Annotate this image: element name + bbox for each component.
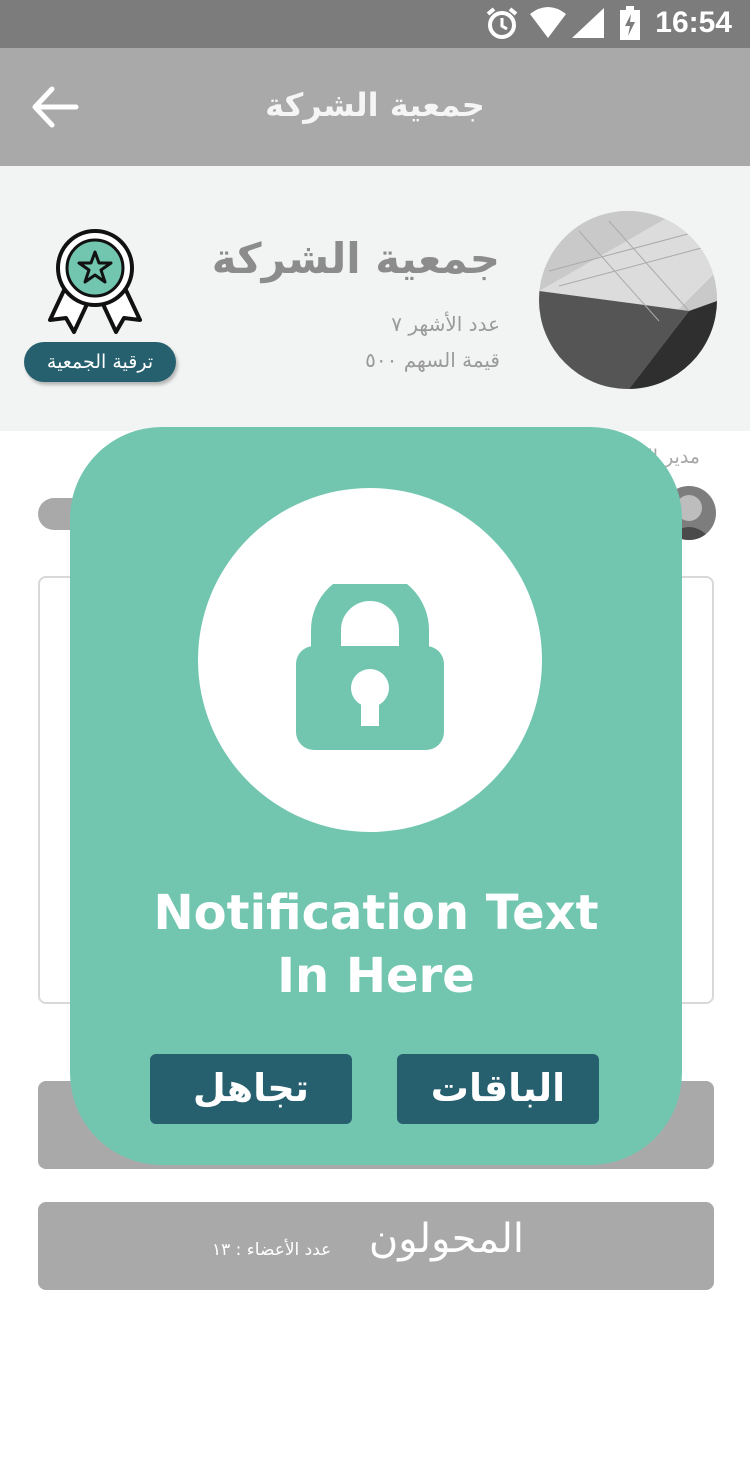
notification-text-line1: Notification Text bbox=[153, 885, 599, 941]
notification-dialog: Notification Text In Here تجاهل الباقات bbox=[70, 427, 682, 1165]
lock-icon bbox=[296, 584, 444, 750]
app-bar: جمعية الشركة bbox=[0, 48, 750, 166]
association-header: جمعية الشركة عدد الأشهر ٧ قيمة السهم ٥٠٠… bbox=[0, 166, 750, 431]
packages-button[interactable]: الباقات bbox=[397, 1054, 599, 1124]
transferred-members-bar[interactable]: المحولون عدد الأعضاء : ١٣ bbox=[38, 1202, 714, 1290]
page-title: جمعية الشركة bbox=[265, 86, 485, 124]
lock-badge bbox=[198, 488, 542, 832]
share-value: قيمة السهم ٥٠٠ bbox=[365, 348, 500, 372]
association-logo bbox=[539, 211, 717, 389]
members-count: عدد الأعضاء : ١٣ bbox=[212, 1240, 332, 1260]
battery-charging-icon bbox=[620, 6, 640, 40]
clock-time: 16:54 bbox=[655, 6, 732, 39]
status-bar: 16:54 bbox=[0, 0, 750, 48]
upgrade-association-button[interactable]: ترقية الجمعية bbox=[24, 342, 176, 382]
months-count: عدد الأشهر ٧ bbox=[391, 312, 500, 336]
association-name: جمعية الشركة bbox=[211, 234, 500, 283]
notification-text: Notification Text In Here bbox=[70, 882, 682, 1008]
bar-title: المحولون bbox=[368, 1216, 524, 1262]
wifi-icon bbox=[530, 7, 566, 38]
alarm-icon bbox=[486, 7, 518, 39]
notification-text-line2: In Here bbox=[277, 948, 475, 1004]
signal-icon bbox=[572, 8, 604, 38]
award-ribbon-star-icon bbox=[48, 229, 142, 334]
ignore-button[interactable]: تجاهل bbox=[150, 1054, 352, 1124]
